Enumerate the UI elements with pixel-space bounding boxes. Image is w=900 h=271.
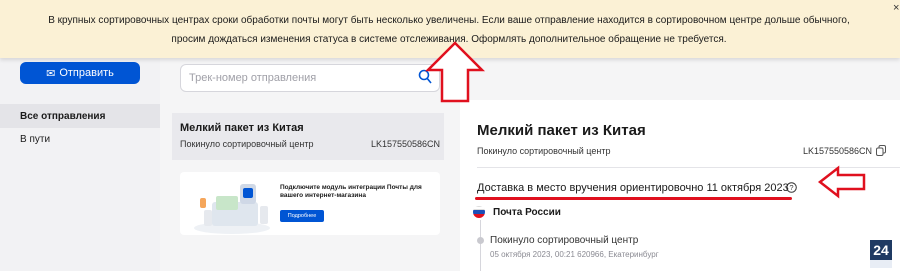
timeline-dot xyxy=(477,237,484,244)
detail-title: Мелкий пакет из Китая xyxy=(477,122,646,139)
detail-status: Покинуло сортировочный центр xyxy=(477,146,611,156)
watermark-logo: 24 xyxy=(870,240,892,268)
sidebar-item-label: Все отправления xyxy=(20,110,106,122)
shipment-list-item[interactable]: Мелкий пакет из Китая Покинуло сортирово… xyxy=(172,113,444,160)
event-title: Покинуло сортировочный центр xyxy=(490,235,639,246)
integration-promo: Подключите модуль интеграции Почты для в… xyxy=(180,172,440,235)
send-button[interactable]: ✉ Отправить xyxy=(20,62,140,84)
shipment-track-number: LK157550586CN xyxy=(370,139,440,149)
promo-illustration xyxy=(194,184,270,234)
delivery-estimate: Доставка в место вручения ориентировочно… xyxy=(477,182,789,194)
notification-banner: В крупных сортировочных центрах сроки об… xyxy=(0,0,900,58)
detail-track-number: LK157550586CN xyxy=(802,146,872,156)
help-icon[interactable]: ? xyxy=(786,182,797,193)
sidebar xyxy=(0,58,160,271)
annotation-underline xyxy=(475,197,792,200)
carrier-name: Почта России xyxy=(493,207,561,218)
banner-line-2: просим дождаться изменения статуса в сис… xyxy=(171,34,727,45)
close-icon[interactable]: × xyxy=(893,2,899,14)
shipment-status: Покинуло сортировочный центр xyxy=(180,139,314,149)
watermark-text: 24 xyxy=(873,242,889,258)
russia-flag-icon xyxy=(473,206,485,218)
divider xyxy=(477,167,900,168)
svg-text:?: ? xyxy=(789,183,793,192)
send-button-label: Отправить xyxy=(59,67,114,79)
sidebar-item-in-transit[interactable]: В пути xyxy=(0,127,160,151)
send-icon: ✉ xyxy=(46,67,56,80)
banner-text: В крупных сортировочных центрах сроки об… xyxy=(14,11,884,49)
copy-icon[interactable] xyxy=(876,145,886,156)
sidebar-item-label: В пути xyxy=(20,133,51,145)
event-meta: 05 октября 2023, 00:21 620966, Екатеринб… xyxy=(490,250,659,259)
search-icon[interactable] xyxy=(418,69,432,85)
timeline-line xyxy=(480,220,481,271)
banner-line-1: В крупных сортировочных центрах сроки об… xyxy=(48,15,850,26)
sidebar-item-all-shipments[interactable]: Все отправления xyxy=(0,104,160,128)
promo-details-button[interactable]: Подробнее xyxy=(280,210,324,222)
search-placeholder: Трек-номер отправления xyxy=(189,72,317,84)
promo-title: Подключите модуль интеграции Почты для в… xyxy=(280,184,422,199)
shipment-detail-panel: Мелкий пакет из Китая Покинуло сортирово… xyxy=(460,100,900,271)
shipment-title: Мелкий пакет из Китая xyxy=(180,122,304,134)
search-input[interactable]: Трек-номер отправления xyxy=(180,64,440,92)
